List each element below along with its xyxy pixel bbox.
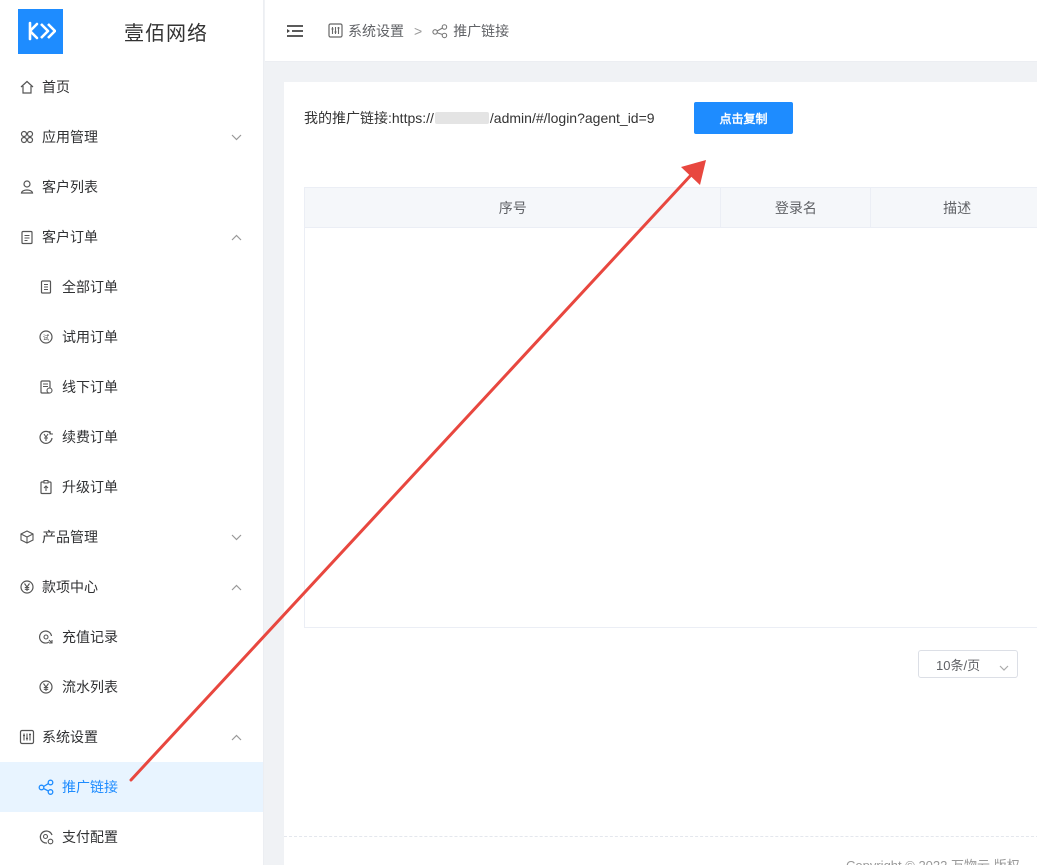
promo-url-path: /admin/#/login?agent_id=9 bbox=[489, 110, 655, 126]
sidebar-item-label: 线下订单 bbox=[62, 379, 118, 395]
trial-icon: 试 bbox=[38, 329, 54, 345]
sidebar: 壹佰网络 首页应用管理客户列表客户订单全部订单试 试用订单线下订单续费订单升级订单… bbox=[0, 0, 264, 865]
main-card: 我的推广链接: https:// /admin/#/login?agent_id… bbox=[284, 82, 1037, 865]
agents-table: 序号 登录名 描述 bbox=[304, 187, 1037, 628]
promo-link-label: 我的推广链接: bbox=[304, 110, 392, 126]
document-icon bbox=[38, 279, 54, 295]
page-size-select[interactable]: 10条/页 bbox=[918, 650, 1018, 678]
sidebar-item-label: 产品管理 bbox=[42, 529, 98, 545]
sidebar-item[interactable]: 续费订单 bbox=[0, 412, 263, 462]
breadcrumb-parent[interactable]: 系统设置 bbox=[348, 21, 404, 41]
box-icon bbox=[19, 529, 35, 545]
user-icon bbox=[19, 179, 35, 195]
apps-icon bbox=[19, 129, 35, 145]
chevron-up-icon[interactable] bbox=[230, 731, 242, 743]
sidebar-item-label: 首页 bbox=[42, 79, 70, 95]
logo-row: 壹佰网络 bbox=[0, 0, 263, 62]
clipboard-icon bbox=[19, 229, 35, 245]
sidebar-item[interactable]: 升级订单 bbox=[0, 462, 263, 512]
page-size-value: 10条/页 bbox=[936, 657, 981, 673]
sidebar-item-label: 客户订单 bbox=[42, 229, 98, 245]
chevron-up-icon[interactable] bbox=[230, 581, 242, 593]
sidebar-item-label: 续费订单 bbox=[62, 429, 118, 445]
breadcrumb-current: 推广链接 bbox=[453, 22, 510, 39]
settings-icon bbox=[19, 729, 35, 745]
settings-icon bbox=[327, 23, 343, 39]
column-header-description[interactable]: 描述 bbox=[871, 188, 1037, 227]
sidebar-item-label: 试用订单 bbox=[62, 329, 118, 345]
footer-copyright: Copyright © 2022 万物云 版权 bbox=[846, 855, 1020, 865]
offline-order-icon bbox=[38, 379, 54, 395]
recharge-icon bbox=[38, 629, 54, 645]
sidebar-item-label: 系统设置 bbox=[42, 729, 98, 745]
sidebar-item-label: 全部订单 bbox=[62, 279, 118, 295]
sidebar-item-label: 客户列表 bbox=[42, 179, 98, 195]
sidebar-item[interactable]: 试 试用订单 bbox=[0, 312, 263, 362]
sidebar-item[interactable]: 系统设置 bbox=[0, 712, 263, 762]
chevron-down-icon[interactable] bbox=[230, 131, 242, 143]
sidebar-item[interactable]: 推广链接 bbox=[0, 762, 263, 812]
sidebar-item[interactable]: 流水列表 bbox=[0, 662, 263, 712]
upgrade-icon bbox=[38, 479, 54, 495]
promo-link-row: 我的推广链接: https:// /admin/#/login?agent_id… bbox=[304, 102, 655, 134]
breadcrumb: 系统设置 > 推广链接 bbox=[327, 21, 509, 41]
sidebar-menu: 首页应用管理客户列表客户订单全部订单试 试用订单线下订单续费订单升级订单产品管理款… bbox=[0, 62, 263, 862]
share-icon bbox=[432, 23, 448, 39]
footer-divider bbox=[284, 836, 1037, 837]
chevron-down-icon bbox=[999, 660, 1009, 675]
share-icon bbox=[38, 779, 54, 795]
column-header-login[interactable]: 登录名 bbox=[721, 188, 872, 227]
promo-url-prefix: https:// bbox=[391, 110, 434, 126]
sidebar-item[interactable]: 客户订单 bbox=[0, 212, 263, 262]
sidebar-item-label: 支付配置 bbox=[62, 829, 118, 845]
yen-icon bbox=[38, 679, 54, 695]
sidebar-item-label: 流水列表 bbox=[62, 679, 118, 695]
sidebar-item[interactable]: 全部订单 bbox=[0, 262, 263, 312]
chevron-down-icon[interactable] bbox=[230, 531, 242, 543]
topbar: 系统设置 > 推广链接 bbox=[265, 0, 1037, 62]
sidebar-item[interactable]: 应用管理 bbox=[0, 112, 263, 162]
sidebar-item[interactable]: 客户列表 bbox=[0, 162, 263, 212]
column-header-index[interactable]: 序号 bbox=[305, 188, 722, 227]
chevron-up-icon[interactable] bbox=[230, 231, 242, 243]
payment-settings-icon bbox=[38, 829, 54, 845]
breadcrumb-separator: > bbox=[414, 22, 423, 39]
sidebar-item-label: 升级订单 bbox=[62, 479, 118, 495]
sidebar-item-label: 充值记录 bbox=[62, 629, 118, 645]
logo-icon bbox=[18, 8, 63, 54]
sidebar-item[interactable]: 首页 bbox=[0, 62, 263, 112]
app-title: 壹佰网络 bbox=[124, 22, 208, 45]
redacted-domain bbox=[434, 112, 489, 124]
renew-icon bbox=[38, 429, 54, 445]
sidebar-item[interactable]: 款项中心 bbox=[0, 562, 263, 612]
sidebar-item-label: 推广链接 bbox=[62, 779, 118, 795]
sidebar-item[interactable]: 产品管理 bbox=[0, 512, 263, 562]
copy-link-button[interactable]: 点击复制 bbox=[694, 102, 793, 134]
sidebar-item-label: 应用管理 bbox=[42, 129, 98, 145]
sidebar-item[interactable]: 充值记录 bbox=[0, 612, 263, 662]
yen-icon bbox=[19, 579, 35, 595]
menu-toggle-icon[interactable] bbox=[287, 24, 303, 38]
table-header: 序号 登录名 描述 bbox=[305, 188, 1037, 228]
sidebar-item-label: 款项中心 bbox=[42, 579, 98, 595]
svg-text:试: 试 bbox=[43, 333, 50, 342]
sidebar-item[interactable]: 线下订单 bbox=[0, 362, 263, 412]
home-icon bbox=[19, 79, 35, 95]
sidebar-item[interactable]: 支付配置 bbox=[0, 812, 263, 862]
